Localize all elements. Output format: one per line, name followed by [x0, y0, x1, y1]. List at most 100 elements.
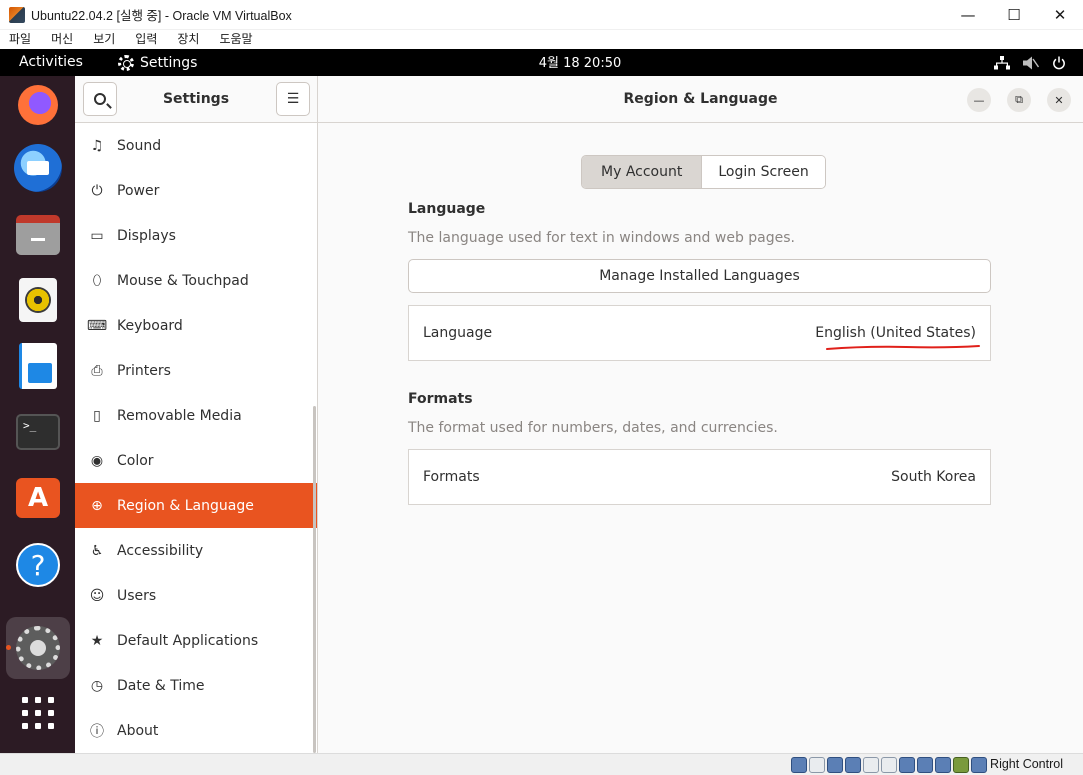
terminal-icon: >_ [16, 414, 60, 450]
clock-icon: ◷ [90, 677, 104, 694]
dock-firefox[interactable] [14, 81, 62, 129]
formats-row-value: South Korea [891, 469, 976, 485]
dock-files[interactable] [14, 211, 62, 259]
usb-icon[interactable] [863, 757, 879, 773]
menu-input[interactable]: 입력 [125, 30, 167, 49]
sidebar-item-label: Color [117, 452, 154, 469]
menu-view[interactable]: 보기 [83, 30, 125, 49]
sound-icon: ♫ [90, 137, 104, 154]
files-icon [16, 215, 60, 255]
sidebar-item-date-time[interactable]: ◷ Date & Time [75, 663, 317, 708]
network-icon [994, 55, 1010, 69]
maximize-button[interactable]: ☐ [991, 0, 1037, 30]
sidebar-item-label: Displays [117, 227, 176, 244]
minimize-button[interactable]: — [945, 0, 991, 30]
thunderbird-icon [14, 144, 62, 192]
recording-icon[interactable] [917, 757, 933, 773]
display-icon[interactable] [899, 757, 915, 773]
menu-devices[interactable]: 장치 [167, 30, 209, 49]
shared-folders-icon[interactable] [881, 757, 897, 773]
sidebar-item-displays[interactable]: ▭ Displays [75, 213, 317, 258]
display-icon: ▭ [90, 227, 104, 244]
status-device-icons [791, 757, 987, 773]
manage-installed-languages-button[interactable]: Manage Installed Languages [408, 259, 991, 293]
help-icon: ? [16, 543, 60, 587]
sidebar-item-default-applications[interactable]: ★ Default Applications [75, 618, 317, 663]
dock-help[interactable]: ? [14, 541, 62, 589]
sidebar-item-label: Power [117, 182, 160, 199]
sidebar-title: Settings [162, 91, 230, 107]
dock-ubuntu-software[interactable]: A [14, 474, 62, 522]
optical-drive-icon[interactable] [809, 757, 825, 773]
mouse-integration-icon[interactable] [953, 757, 969, 773]
sidebar-item-color[interactable]: ◉ Color [75, 438, 317, 483]
menu-file[interactable]: 파일 [0, 30, 41, 49]
cpu-icon[interactable] [935, 757, 951, 773]
tab-login-screen[interactable]: Login Screen [702, 156, 825, 188]
sidebar-item-region-language[interactable]: ⊕ Region & Language [75, 483, 317, 528]
sidebar-item-label: Region & Language [117, 497, 254, 514]
sidebar-item-printers[interactable]: ⎙ Printers [75, 348, 317, 393]
audio-icon[interactable] [827, 757, 843, 773]
window-title: Ubuntu22.04.2 [실행 중] - Oracle VM Virtual… [31, 9, 292, 23]
sidebar-item-power[interactable]: ⏻ Power [75, 168, 317, 213]
sidebar-scrollbar[interactable] [313, 406, 316, 753]
window-controls: — ☐ ✕ [945, 0, 1083, 30]
keyboard-icon: ⌨ [86, 317, 108, 334]
ubuntu-software-icon: A [16, 478, 60, 518]
dock-settings[interactable] [6, 617, 70, 679]
language-section-title: Language [408, 201, 486, 217]
dock-libreoffice-writer[interactable] [14, 342, 62, 390]
dock-show-applications[interactable] [14, 689, 62, 737]
virtualbox-status-bar: Right Control [0, 753, 1083, 775]
sidebar-item-accessibility[interactable]: ♿ Accessibility [75, 528, 317, 573]
dock-terminal[interactable]: >_ [14, 408, 62, 456]
clock[interactable]: 4월 18 20:50 [0, 49, 1083, 78]
sidebar-item-sound[interactable]: ♫ Sound [75, 123, 317, 168]
settings-restore-button[interactable]: ⧉ [1007, 88, 1031, 112]
search-button[interactable] [83, 82, 117, 116]
menu-machine[interactable]: 머신 [41, 30, 83, 49]
sidebar-item-keyboard[interactable]: ⌨ Keyboard [75, 303, 317, 348]
sidebar-item-removable-media[interactable]: ▯ Removable Media [75, 393, 317, 438]
red-underline-annotation [826, 345, 980, 350]
rhythmbox-icon [19, 278, 57, 322]
color-icon: ◉ [90, 452, 104, 469]
settings-icon [16, 626, 60, 670]
accessibility-icon: ♿ [90, 542, 104, 559]
mouse-icon: ⬯ [92, 272, 102, 289]
settings-sidebar: ♫ Sound ⏻ Power ▭ Displays ⬯ Mouse & Tou… [75, 123, 318, 753]
hamburger-icon: ☰ [286, 91, 300, 107]
menu-help[interactable]: 도움말 [209, 30, 262, 49]
host-key-icon[interactable] [971, 757, 987, 773]
network-adapter-icon[interactable] [845, 757, 861, 773]
sidebar-item-about[interactable]: ⓘ About [75, 708, 317, 753]
settings-close-button[interactable]: ✕ [1047, 88, 1071, 112]
formats-section-description: The format used for numbers, dates, and … [408, 420, 778, 436]
sidebar-item-label: Mouse & Touchpad [117, 272, 249, 289]
user-icon: ☺ [89, 587, 105, 604]
sidebar-item-label: Sound [117, 137, 162, 154]
system-tray[interactable] [994, 49, 1066, 76]
virtualbox-menubar: 파일 머신 보기 입력 장치 도움말 [0, 30, 1083, 49]
main-header: Region & Language — ⧉ ✕ [318, 76, 1083, 123]
hamburger-menu-button[interactable]: ☰ [276, 82, 310, 116]
dock-thunderbird[interactable] [14, 144, 62, 192]
formats-section-title: Formats [408, 391, 473, 407]
power-icon: ⏻ [91, 182, 103, 199]
settings-minimize-button[interactable]: — [967, 88, 991, 112]
sidebar-item-label: Default Applications [117, 632, 259, 649]
power-icon [1053, 56, 1065, 69]
language-row[interactable]: Language English (United States) [408, 305, 991, 361]
globe-icon: ⊕ [91, 497, 103, 514]
hard-disk-icon[interactable] [791, 757, 807, 773]
close-button[interactable]: ✕ [1037, 0, 1083, 30]
tab-my-account[interactable]: My Account [582, 156, 703, 188]
dock-rhythmbox[interactable] [14, 276, 62, 324]
volume-muted-icon [1023, 56, 1039, 69]
sidebar-item-label: Users [117, 587, 157, 604]
formats-row[interactable]: Formats South Korea [408, 449, 991, 505]
sidebar-item-users[interactable]: ☺ Users [75, 573, 317, 618]
sidebar-item-mouse-touchpad[interactable]: ⬯ Mouse & Touchpad [75, 258, 317, 303]
usb-drive-icon: ▯ [93, 407, 101, 424]
